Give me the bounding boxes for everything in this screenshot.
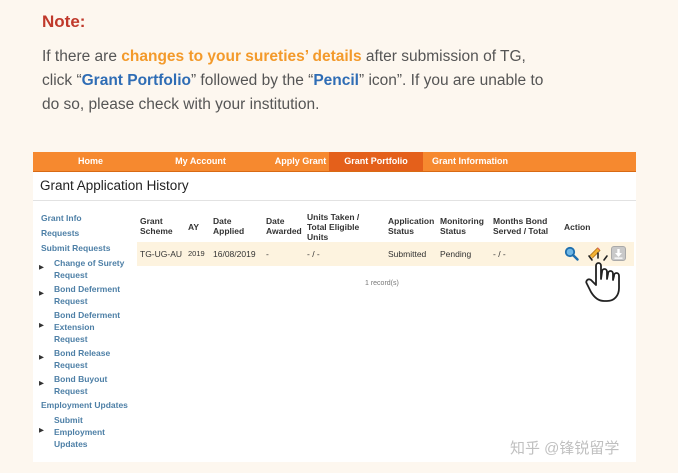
note-highlight-grant-portfolio: Grant Portfolio [81,72,191,89]
note-line2-start: click “ [42,72,82,89]
sidebar-item-bond-release[interactable]: Bond Release Request [54,347,110,371]
col-header-grant-scheme: Grant Scheme [140,216,173,236]
sidebar-item-label: Request [54,296,88,306]
cell-date-applied: 16/08/2019 [213,249,256,259]
nav-grant-portfolio[interactable]: Grant Portfolio [329,152,423,171]
sidebar-item-label: Change of Surety [54,258,125,268]
sidebar-item-submit-requests[interactable]: Submit Requests [41,242,110,254]
chevron-right-icon: ▶ [39,380,44,387]
note-highlight-sureties: changes to your sureties’ details [121,48,362,65]
sidebar-item-bond-deferment[interactable]: Bond Deferment Request [54,283,120,307]
cell-units: - / - [307,249,320,259]
chevron-right-icon: ▶ [39,354,44,361]
col-header-ay: AY [188,222,200,232]
sidebar-item-label: Bond Buyout [54,374,108,384]
header-text: Total Eligible [307,222,360,232]
cell-grant-scheme: TG-UG-AU [140,249,183,259]
header-text: Date [266,216,285,226]
col-header-action: Action [564,222,591,232]
table-row [137,242,634,266]
sidebar-item-label: Request [54,360,88,370]
sidebar-item-label: Employment [54,427,106,437]
sidebar-item-label: Bond Release [54,348,111,358]
chevron-right-icon: ▶ [39,264,44,271]
note-title: Note: [42,12,86,31]
sidebar-item-label: Request [54,334,88,344]
nav-grant-information[interactable]: Grant Information [423,152,517,171]
header-text: Application [388,216,435,226]
cell-date-awarded: - [266,249,269,259]
sidebar-item-label: Bond Deferment [54,310,121,320]
note-block: Note: If there are changes to your suret… [42,12,642,117]
header-text: Units Taken / [307,212,360,222]
col-header-monitoring-status: Monitoring Status [440,216,484,236]
chevron-right-icon: ▶ [39,427,44,434]
sidebar-item-employment-updates[interactable]: Employment Updates [41,399,128,411]
header-text: Date [213,216,232,226]
nav-home[interactable]: Home [33,152,148,171]
sidebar-item-label: Updates [54,439,88,449]
col-header-date-applied: Date Applied [213,216,244,236]
sidebar-item-label: Bond Deferment [54,284,121,294]
header-text: Status [440,226,466,236]
note-line3: do so, please check with your institutio… [42,96,320,113]
header-text: Applied [213,226,245,236]
sidebar-item-label: Submit [54,415,83,425]
cell-monitoring-status: Pending [440,249,472,259]
sidebar-item-bond-deferment-extension[interactable]: Bond Deferment Extension Request [54,309,120,345]
sidebar-item-label: Request [54,270,88,280]
heading-divider [33,200,636,201]
header-text: Grant [140,216,163,226]
col-header-months-bond: Months Bond Served / Total [493,216,548,236]
header-text: Units [307,232,329,242]
hand-pointer-icon [585,252,620,302]
note-line2-mid: ” followed by the “ [190,72,314,89]
page-title: Grant Application History [40,178,189,193]
note-line1-end: after submission of TG, [361,48,526,65]
header-text: Scheme [140,226,173,236]
col-header-application-status: Application Status [388,216,434,236]
sidebar-item-label: Request [54,386,88,396]
sidebar-item-requests[interactable]: Requests [41,227,79,239]
chevron-right-icon: ▶ [39,322,44,329]
header-text: Monitoring [440,216,484,226]
nav-my-account[interactable]: My Account [148,152,253,171]
search-icon[interactable] [564,246,579,261]
watermark: 知乎 @锋锐留学 [510,440,620,457]
sidebar: Grant Info Requests Submit Requests ▶ Ch… [33,207,133,457]
sidebar-item-grant-info[interactable]: Grant Info [41,212,82,224]
header-text: Status [388,226,414,236]
note-line1-start: If there are [42,48,122,65]
cell-months-bond: - / - [493,249,506,259]
header-text: Awarded [266,226,302,236]
header-text: Served / Total [493,226,549,236]
sidebar-item-submit-employment-updates[interactable]: Submit Employment Updates [54,414,105,450]
sidebar-item-label: Extension [54,322,95,332]
cell-ay: 2019 [188,249,205,258]
cell-application-status: Submitted [388,249,427,259]
note-text: If there are changes to your sureties’ d… [42,45,642,117]
portal-window: Home My Account Apply Grant Grant Portfo… [33,152,636,462]
col-header-date-awarded: Date Awarded [266,216,302,236]
note-highlight-pencil: Pencil [313,72,359,89]
sidebar-item-change-of-surety[interactable]: Change of Surety Request [54,257,124,281]
chevron-right-icon: ▶ [39,290,44,297]
col-header-units: Units Taken / Total Eligible Units [307,212,359,242]
record-count: 1 record(s) [365,280,399,287]
top-nav-bar: Home My Account Apply Grant Grant Portfo… [33,152,636,172]
sidebar-item-bond-buyout[interactable]: Bond Buyout Request [54,373,107,397]
note-line2-end: ” icon”. If you are unable to [358,72,544,89]
header-text: Months Bond [493,216,548,226]
